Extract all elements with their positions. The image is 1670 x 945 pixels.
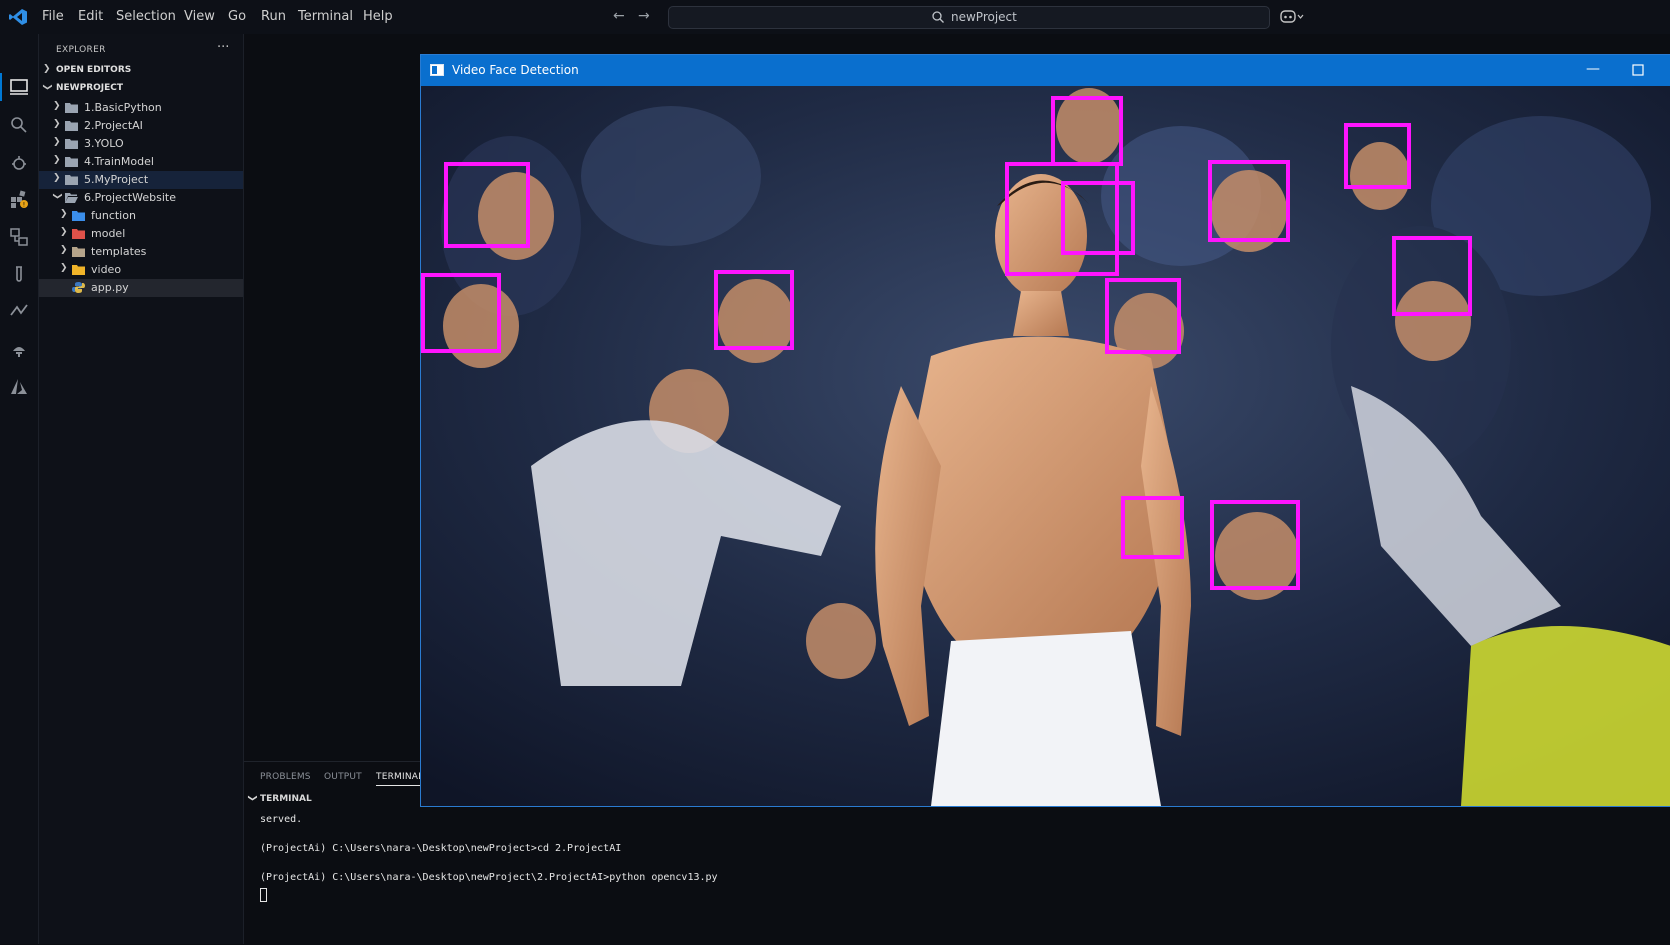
explorer-icon[interactable] [9, 77, 29, 97]
python-file-icon [72, 282, 85, 293]
window-titlebar[interactable]: Video Face Detection — [421, 55, 1670, 86]
chevron-right-icon: ❯ [43, 64, 51, 74]
folder-icon [65, 139, 78, 149]
chevron-right-icon: ❯ [53, 119, 61, 129]
tree-item-label: 6.ProjectWebsite [84, 191, 176, 204]
tab-terminal[interactable]: TERMINAL [376, 772, 424, 786]
tree-item-templates[interactable]: ❯ templates [39, 243, 243, 261]
remote-explorer-icon[interactable] [9, 227, 29, 247]
tree-item-label: 5.MyProject [84, 173, 149, 186]
chevron-right-icon: ❯ [53, 101, 61, 111]
menu-edit[interactable]: Edit [78, 9, 103, 24]
chevron-right-icon: ❯ [60, 227, 68, 237]
forward-arrow-icon[interactable]: → [638, 8, 650, 24]
chevron-right-icon: ❯ [53, 137, 61, 147]
tab-output[interactable]: OUTPUT [324, 772, 362, 782]
tree-item-projectai[interactable]: ❯ 2.ProjectAI [39, 117, 243, 135]
vscode-logo-icon [9, 9, 27, 25]
activity-bar: ! [0, 34, 39, 944]
tree-item-label: templates [91, 245, 147, 258]
chevron-right-icon: ❯ [53, 155, 61, 165]
maximize-button[interactable] [1626, 58, 1650, 82]
tree-item-projectwebsite[interactable]: ❯ 6.ProjectWebsite [39, 189, 243, 207]
chevron-right-icon: ❯ [60, 263, 68, 273]
minimize-button[interactable]: — [1581, 58, 1605, 82]
menu-file[interactable]: File [42, 9, 64, 24]
menu-help[interactable]: Help [363, 9, 393, 24]
tree-item-basicpython[interactable]: ❯ 1.BasicPython [39, 99, 243, 117]
tree-item-label: app.py [91, 281, 129, 294]
active-indicator [0, 73, 2, 101]
copilot-icon[interactable] [1280, 9, 1304, 25]
menu-terminal[interactable]: Terminal [298, 9, 353, 24]
tree-item-model[interactable]: ❯ model [39, 225, 243, 243]
lamp-icon[interactable] [9, 339, 29, 359]
more-actions-icon[interactable]: ··· [217, 40, 229, 55]
explorer-sidebar: EXPLORER ··· ❯ OPEN EDITORS ❯ NEWPROJECT… [39, 34, 244, 944]
folder-icon [65, 157, 78, 167]
video-face-detection-window[interactable]: Video Face Detection — [420, 54, 1670, 807]
command-center-text: newProject [951, 10, 1017, 24]
tree-item-video[interactable]: ❯ video [39, 261, 243, 279]
terminal-line: (ProjectAi) C:\Users\nara-\Desktop\newPr… [260, 843, 622, 854]
menu-run[interactable]: Run [261, 9, 286, 24]
open-editors-label: OPEN EDITORS [56, 65, 132, 75]
folder-icon [72, 229, 85, 239]
folder-icon [65, 103, 78, 113]
tree-item-trainmodel[interactable]: ❯ 4.TrainModel [39, 153, 243, 171]
tree-item-label: 4.TrainModel [84, 155, 154, 168]
tree-item-label: function [91, 209, 136, 222]
tree-item-function[interactable]: ❯ function [39, 207, 243, 225]
tree-item-label: 1.BasicPython [84, 101, 162, 114]
tree-item-app-py[interactable]: app.py [39, 279, 243, 297]
chevron-down-icon: ❯ [41, 83, 52, 91]
folder-icon [65, 175, 78, 185]
folder-icon [72, 247, 85, 257]
tree-item-label: video [91, 263, 122, 276]
svg-text:!: ! [23, 202, 25, 209]
open-editors-section[interactable]: ❯ OPEN EDITORS [39, 62, 243, 80]
folder-open-icon [65, 193, 78, 203]
back-arrow-icon[interactable]: ← [613, 8, 625, 24]
folder-icon [72, 265, 85, 275]
azure-icon[interactable] [9, 377, 29, 397]
chevron-right-icon: ❯ [60, 245, 68, 255]
chevron-down-icon: ❯ [246, 794, 257, 802]
window-app-icon [430, 64, 444, 76]
chevron-right-icon: ❯ [53, 173, 61, 183]
extensions-icon[interactable]: ! [9, 189, 29, 209]
tree-item-label: model [91, 227, 126, 240]
menu-selection[interactable]: Selection [116, 9, 176, 24]
tree-item-label: 2.ProjectAI [84, 119, 143, 132]
title-bar: File Edit Selection View Go Run Terminal… [0, 0, 1670, 34]
project-label: NEWPROJECT [56, 83, 124, 93]
menu-go[interactable]: Go [228, 9, 246, 24]
testing-icon[interactable] [9, 265, 29, 285]
folder-icon [72, 211, 85, 221]
menu-view[interactable]: View [184, 9, 215, 24]
terminal-line: served. [260, 814, 303, 825]
search-icon[interactable] [9, 115, 29, 135]
tree-item-yolo[interactable]: ❯ 3.YOLO [39, 135, 243, 153]
window-title: Video Face Detection [452, 63, 579, 77]
explorer-title: EXPLORER [56, 45, 106, 55]
source-control-graph-icon[interactable] [9, 301, 29, 321]
video-scene-image [421, 86, 1670, 806]
folder-icon [65, 121, 78, 131]
command-center-search[interactable]: newProject [668, 6, 1270, 29]
project-section[interactable]: ❯ NEWPROJECT [39, 80, 243, 98]
tree-item-myproject[interactable]: ❯ 5.MyProject [39, 171, 243, 189]
chevron-right-icon: ❯ [60, 209, 68, 219]
tree-item-label: 3.YOLO [84, 137, 124, 150]
chevron-down-icon: ❯ [51, 192, 62, 200]
search-icon [932, 11, 944, 23]
terminal-cursor[interactable] [260, 888, 267, 902]
tab-problems[interactable]: PROBLEMS [260, 772, 311, 782]
run-debug-icon[interactable] [9, 153, 29, 173]
terminal-section-title: TERMINAL [260, 794, 312, 804]
video-frame [421, 86, 1670, 806]
terminal-line: (ProjectAi) C:\Users\nara-\Desktop\newPr… [260, 872, 718, 883]
